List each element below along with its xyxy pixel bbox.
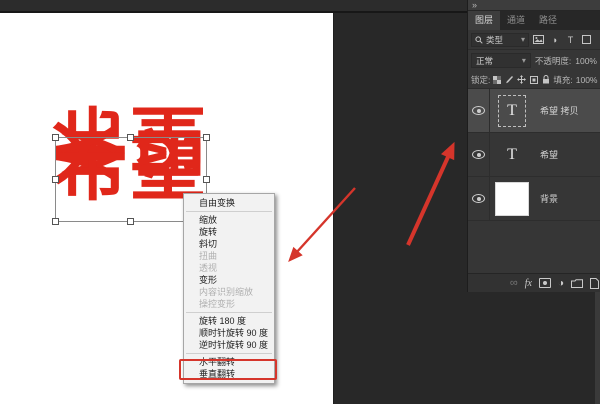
link-layers-icon[interactable]: ∞ <box>510 278 518 288</box>
menu-item[interactable]: 旋转 180 度 <box>184 315 274 327</box>
document-canvas[interactable]: 希望 希望 <box>0 13 334 404</box>
filter-pixel-layers-icon[interactable] <box>532 33 545 46</box>
new-group-folder-icon[interactable] <box>571 279 583 288</box>
transform-handle[interactable] <box>127 134 134 141</box>
photoshop-workspace: 希望 希望 自由变换缩放旋转斜切扭曲透视变形内容识别缩放操控变形旋转 180 度… <box>0 0 600 404</box>
layer-style-fx-icon[interactable]: fx <box>525 278 532 289</box>
menu-item[interactable]: 顺时针旋转 90 度 <box>184 327 274 339</box>
filter-type-layers-icon[interactable]: T <box>564 33 577 46</box>
menu-item[interactable]: 自由变换 <box>184 197 274 209</box>
lock-position-move-icon[interactable] <box>517 75 526 84</box>
menu-separator <box>186 312 272 313</box>
arrow-to-layers <box>408 157 448 245</box>
menu-item: 操控变形 <box>184 298 274 310</box>
text-layer-icon: T <box>498 139 526 171</box>
lock-image-pixels-brush-icon[interactable] <box>505 76 513 84</box>
blend-mode-value: 正常 <box>476 55 493 67</box>
search-icon <box>475 36 483 44</box>
transform-handle[interactable] <box>52 176 59 183</box>
blend-mode-select[interactable]: 正常 ▾ <box>471 53 531 68</box>
panel-tab[interactable]: 图层 <box>468 11 500 30</box>
lock-row: 锁定: <box>468 71 600 89</box>
menu-item[interactable]: 旋转 <box>184 226 274 238</box>
lock-artboard-icon[interactable] <box>530 76 538 84</box>
lock-buttons <box>493 75 550 84</box>
opacity-label: 不透明度: <box>535 55 571 67</box>
panel-dock-header[interactable]: » <box>468 0 600 11</box>
menu-item: 内容识别缩放 <box>184 286 274 298</box>
panel-tab[interactable]: 路径 <box>532 11 564 30</box>
layer-name: 希望 拷贝 <box>540 104 579 117</box>
menu-item: 扭曲 <box>184 250 274 262</box>
transform-handle[interactable] <box>52 134 59 141</box>
menu-item[interactable]: 缩放 <box>184 214 274 226</box>
layer-thumbnail[interactable] <box>490 182 534 216</box>
visibility-toggle[interactable] <box>468 133 490 177</box>
eye-icon <box>472 194 485 203</box>
layer-thumbnail[interactable]: T <box>490 139 534 171</box>
layer-filter-row: 类型 ▾ ◑ T <box>468 30 600 50</box>
chevron-down-icon: ▾ <box>521 35 525 44</box>
adjustment-layer-icon[interactable]: ◑ <box>558 278 564 289</box>
transform-handle[interactable] <box>203 176 210 183</box>
opacity-value[interactable]: 100% <box>575 56 597 66</box>
eye-icon <box>472 106 485 115</box>
lock-transparent-pixels-icon[interactable] <box>493 76 501 84</box>
panel-tabs: 图层通道路径 <box>468 11 600 30</box>
collapse-panel-icon[interactable]: » <box>472 0 477 10</box>
annotation-highlight-box <box>179 359 277 380</box>
transform-handle[interactable] <box>52 218 59 225</box>
transform-handle[interactable] <box>203 134 210 141</box>
transform-handle[interactable] <box>127 218 134 225</box>
fill-value[interactable]: 100% <box>576 75 598 85</box>
lock-label: 锁定: <box>471 74 490 86</box>
fill-label: 填充: <box>553 74 572 86</box>
layer-name: 背景 <box>540 192 558 205</box>
filter-shape-layers-icon[interactable] <box>580 33 593 46</box>
filter-adjustment-layers-icon[interactable]: ◑ <box>548 33 561 46</box>
menu-separator <box>186 353 272 354</box>
lock-all-icon[interactable] <box>542 75 550 84</box>
visibility-toggle[interactable] <box>468 177 490 221</box>
menu-item[interactable]: 变形 <box>184 274 274 286</box>
layer-list: T 希望 拷贝 T 希望 背景 <box>468 89 600 221</box>
visibility-toggle[interactable] <box>468 89 490 133</box>
panel-dock-edge <box>595 292 600 404</box>
menu-item[interactable]: 逆时针旋转 90 度 <box>184 339 274 351</box>
filter-kind-dropdown[interactable]: 类型 ▾ <box>471 33 529 47</box>
background-thumbnail <box>495 182 529 216</box>
chevron-down-icon: ▾ <box>522 56 526 65</box>
blend-mode-row: 正常 ▾ 不透明度: 100% <box>468 50 600 71</box>
layer-row[interactable]: T 希望 拷贝 <box>468 89 600 133</box>
layer-row[interactable]: 背景 <box>468 177 600 221</box>
transform-context-menu: 自由变换缩放旋转斜切扭曲透视变形内容识别缩放操控变形旋转 180 度顺时针旋转 … <box>183 193 275 384</box>
add-layer-mask-icon[interactable] <box>539 278 551 288</box>
panel-tab[interactable]: 通道 <box>500 11 532 30</box>
filter-kind-label: 类型 <box>486 34 503 46</box>
arrowhead-to-layers <box>442 143 454 159</box>
panel-bottom-bar: ∞ fx ◑ <box>468 273 600 292</box>
menu-item: 透视 <box>184 262 274 274</box>
layer-row[interactable]: T 希望 <box>468 133 600 177</box>
menu-separator <box>186 211 272 212</box>
layer-name: 希望 <box>540 148 558 161</box>
eye-icon <box>472 150 485 159</box>
new-layer-icon[interactable] <box>590 278 599 289</box>
text-layer-icon: T <box>498 95 526 127</box>
layer-thumbnail[interactable]: T <box>490 95 534 127</box>
menu-item[interactable]: 斜切 <box>184 238 274 250</box>
layers-panel: » 图层通道路径 类型 ▾ ◑ T <box>467 0 600 292</box>
